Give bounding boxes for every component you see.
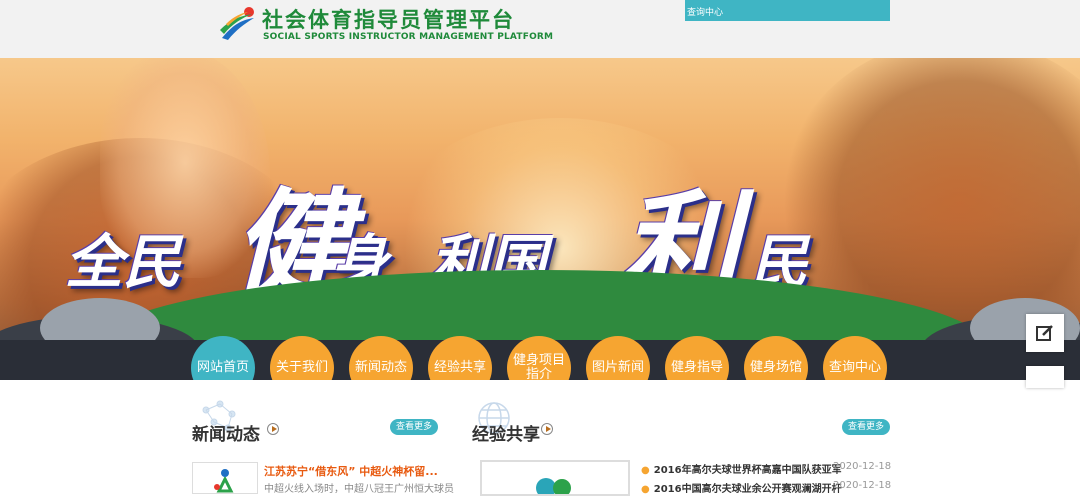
edit-icon	[1036, 325, 1053, 341]
experience-more-button[interactable]: 查看更多	[842, 419, 890, 435]
news-item-title[interactable]: 江苏苏宁“借东风” 中超火神杯留...	[264, 463, 438, 479]
nav-fitness-projects[interactable]: 健身项目指介	[507, 336, 571, 380]
news-arrow-icon[interactable]	[267, 423, 279, 435]
news-more-button[interactable]: 查看更多	[390, 419, 438, 435]
nav-fitness-venues[interactable]: 健身场馆	[744, 336, 808, 380]
slogan-part-1: 全民	[65, 228, 182, 296]
logo-icon	[220, 7, 254, 40]
recycle-logo-icon	[214, 469, 234, 493]
bullet-icon: ●	[641, 484, 650, 495]
experience-row-date: 2020-12-18	[833, 461, 892, 472]
experience-section-title: 经验共享	[472, 425, 540, 445]
bullet-icon: ●	[641, 465, 650, 476]
feedback-button[interactable]	[1026, 314, 1064, 352]
news-section-title: 新闻动态	[192, 425, 260, 445]
experience-arrow-icon[interactable]	[541, 423, 553, 435]
experience-image[interactable]	[480, 460, 630, 496]
top-header: 社会体育指导员管理平台 SOCIAL SPORTS INSTRUCTOR MAN…	[0, 0, 1080, 58]
hero-banner: 全民 健 身 利国 利 民 网站首页 关于我们 新闻动态 经验共享 健身项目指介…	[0, 58, 1080, 380]
nav-experience[interactable]: 经验共享	[428, 336, 492, 380]
experience-row[interactable]: ● 2016年高尔夫球世界杯高嘉中国队获亚军 2020-12-18	[641, 461, 891, 476]
nav-home[interactable]: 网站首页	[191, 336, 255, 380]
back-to-top-button[interactable]	[1026, 366, 1064, 388]
sports-logo-icon	[536, 478, 571, 494]
experience-row-date: 2020-12-18	[833, 480, 892, 491]
nav-news[interactable]: 新闻动态	[349, 336, 413, 380]
nav-about[interactable]: 关于我们	[270, 336, 334, 380]
query-center-label: 查询中心	[687, 8, 724, 18]
site-title: 社会体育指导员管理平台	[262, 8, 515, 32]
query-center-link[interactable]: 查询中心	[685, 0, 890, 21]
nav-fitness-guide[interactable]: 健身指导	[665, 336, 729, 380]
experience-row-title: 2016中国高尔夫球业余公开赛观澜湖开杆	[653, 484, 842, 495]
experience-row-title: 2016年高尔夫球世界杯高嘉中国队获亚军	[653, 465, 842, 476]
news-thumbnail[interactable]	[192, 462, 258, 494]
nav-photo-news[interactable]: 图片新闻	[586, 336, 650, 380]
site-subtitle: SOCIAL SPORTS INSTRUCTOR MANAGEMENT PLAT…	[263, 32, 554, 42]
nav-query-center[interactable]: 查询中心	[823, 336, 887, 380]
main-nav: 网站首页 关于我们 新闻动态 经验共享 健身项目指介 图片新闻 健身指导 健身场…	[0, 336, 1080, 380]
